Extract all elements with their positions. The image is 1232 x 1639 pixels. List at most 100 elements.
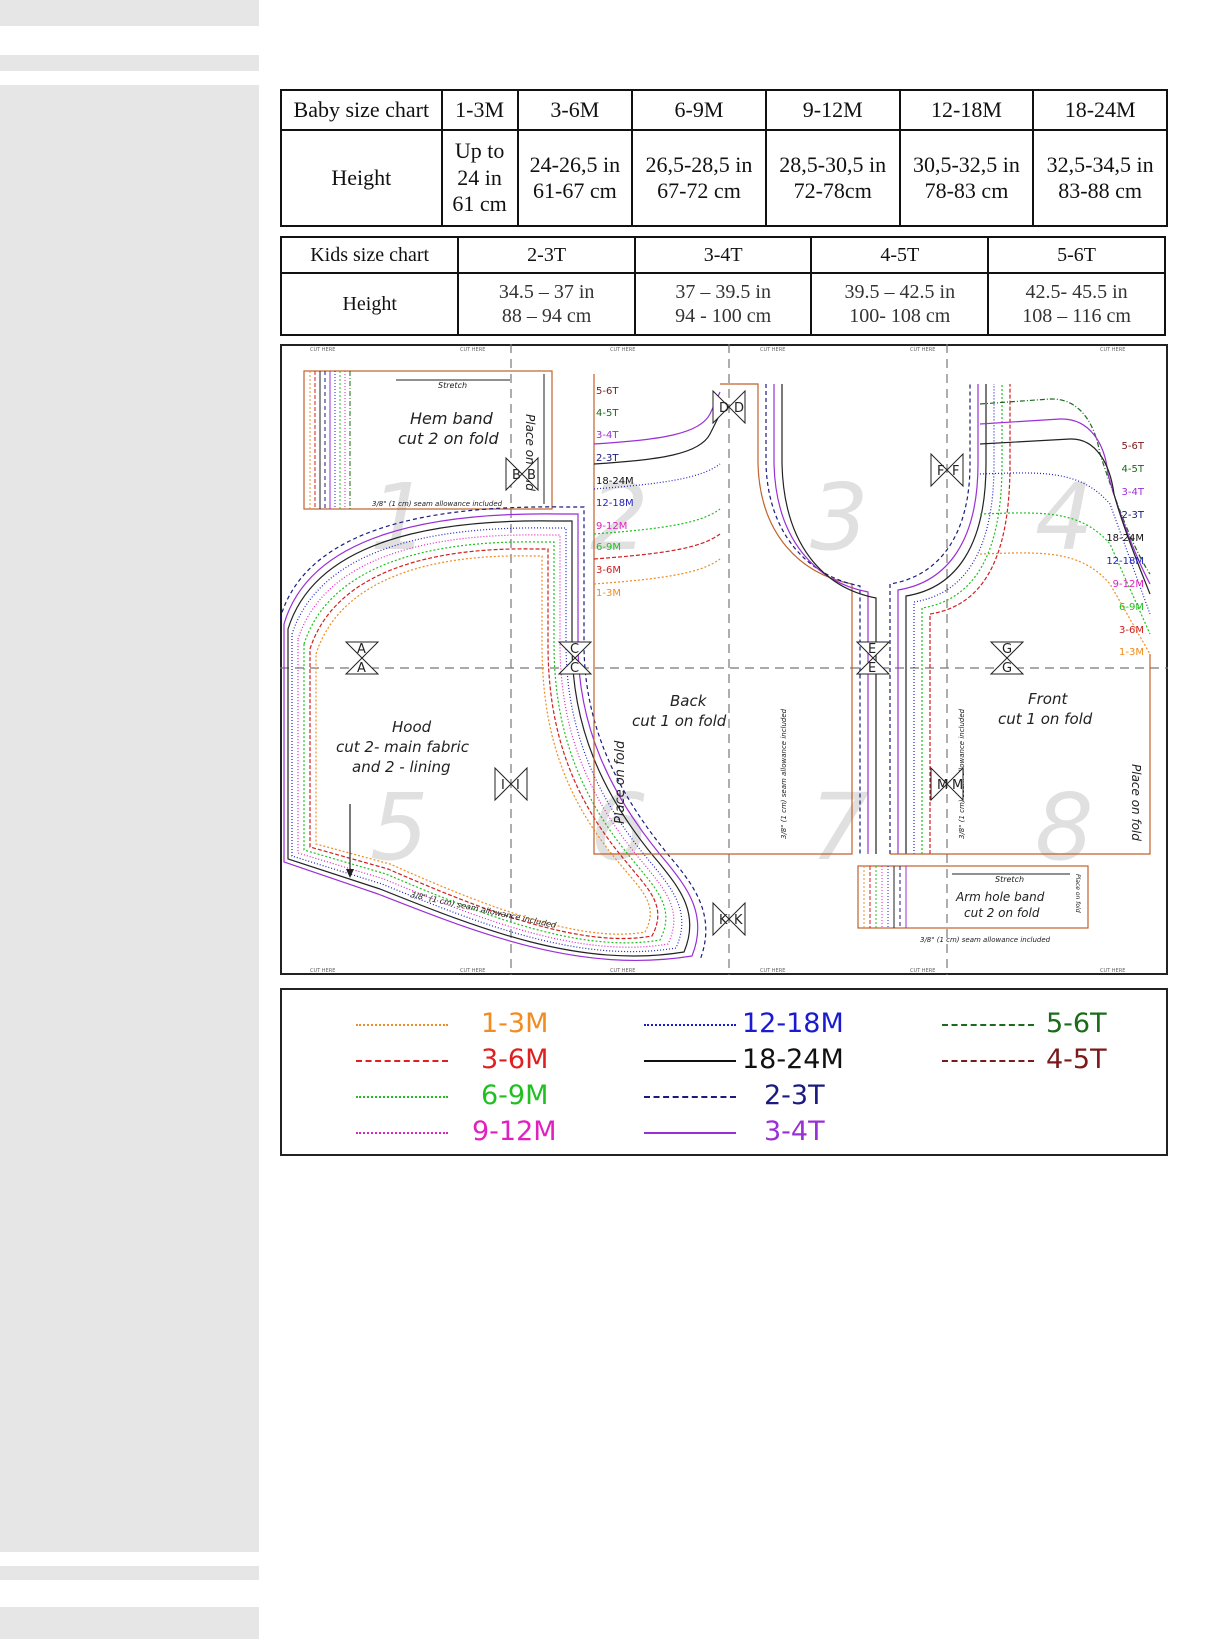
kids-size-col: 5-6T <box>987 236 1166 274</box>
size-label: 2-3T <box>596 453 619 464</box>
legend-swatch <box>644 1132 736 1134</box>
marker-letter: D <box>719 401 729 416</box>
baby-height-cell: 24-26,5 in 61-67 cm <box>516 129 634 227</box>
cut-here-label: CUT HERE <box>760 968 785 974</box>
hem-band-seam-note: 3/8" (1 cm) seam allowance included <box>372 500 503 508</box>
hood-instruction-2: and 2 - lining <box>352 758 451 776</box>
size-label: 9-12M <box>596 521 627 532</box>
page-number: 4 <box>1035 464 1094 571</box>
cut-here-label: CUT HERE <box>1100 347 1125 353</box>
marker-letter: K <box>719 913 728 928</box>
size-label: 3-6M <box>1119 625 1144 636</box>
marker-letter: G <box>1002 642 1012 657</box>
size-label: 12-18M <box>596 498 634 509</box>
thumbnail-slot[interactable] <box>0 1566 259 1580</box>
front-instruction: cut 1 on fold <box>998 710 1093 728</box>
marker-letter: K <box>734 913 743 928</box>
cut-here-label: CUT HERE <box>310 347 335 353</box>
legend-swatch <box>356 1132 448 1134</box>
baby-chart-header-label: Baby size chart <box>280 89 443 131</box>
marker-letter: I <box>501 778 505 793</box>
marker-letter: C <box>570 661 579 676</box>
baby-size-col: 6-9M <box>631 89 767 131</box>
page-number: 3 <box>810 464 869 571</box>
marker-letter: F <box>937 464 944 479</box>
legend-label: 6-9M <box>481 1080 549 1111</box>
baby-size-chart: Baby size chart 1-3M 3-6M 6-9M 9-12M 12-… <box>280 89 1168 227</box>
arm-hole-seam-note: 3/8" (1 cm) seam allowance included <box>920 936 1051 944</box>
thumbnail-slot[interactable] <box>0 0 259 26</box>
legend-swatch <box>942 1060 1034 1062</box>
baby-size-col: 3-6M <box>516 89 634 131</box>
size-label: 6-9M <box>1119 602 1144 613</box>
hem-band-stretch: Stretch <box>438 381 467 390</box>
cut-here-label: CUT HERE <box>1100 968 1125 974</box>
hood-instruction-1: cut 2- main fabric <box>336 738 470 756</box>
baby-height-cell: 32,5-34,5 in 83-88 cm <box>1032 129 1168 227</box>
size-label: 5-6T <box>596 386 619 397</box>
page-number: 1 <box>370 464 429 571</box>
baby-height-cell: 30,5-32,5 in 78-83 cm <box>898 129 1035 227</box>
marker-letter: B <box>527 468 536 483</box>
baby-height-cell: 28,5-30,5 in 72-78cm <box>764 129 901 227</box>
kids-height-cell: 34.5 – 37 in 88 – 94 cm <box>457 272 636 336</box>
size-legend: 1-3M 3-6M 6-9M 9-12M 12-18M 18-24M 2-3T … <box>280 988 1168 1156</box>
arm-hole-fold: Place on fold <box>1074 874 1081 913</box>
thumbnail-slot[interactable] <box>0 55 259 71</box>
legend-swatch <box>644 1096 736 1098</box>
cut-here-label: CUT HERE <box>610 968 635 974</box>
marker-letter: A <box>357 661 366 676</box>
size-label: 3-6M <box>596 565 621 576</box>
thumbnail-sidebar <box>0 0 259 1639</box>
cut-here-label: CUT HERE <box>460 347 485 353</box>
kids-height-cell: 39.5 – 42.5 in 100- 108 cm <box>810 272 990 336</box>
size-label: 4-5T <box>1122 464 1145 475</box>
size-label: 4-5T <box>596 408 619 419</box>
size-label: 18-24M <box>596 476 634 487</box>
kids-height-label: Height <box>279 272 460 336</box>
marker-letter: I <box>516 778 520 793</box>
front-name: Front <box>1028 690 1068 708</box>
size-label: 2-3T <box>1122 510 1145 521</box>
back-seam-note: 3/8" (1 cm) seam allowance included <box>780 708 788 839</box>
size-label: 1-3M <box>1119 647 1144 658</box>
legend-label: 12-18M <box>742 1008 844 1039</box>
marker-letter: D <box>734 401 744 416</box>
marker-letter: B <box>512 468 521 483</box>
baby-height-label: Height <box>280 129 443 227</box>
marker-letter: M <box>937 778 948 793</box>
kids-size-chart: Kids size chart 2-3T 3-4T 4-5T 5-6T Heig… <box>279 236 1166 336</box>
legend-label: 3-6M <box>481 1044 549 1075</box>
baby-size-col: 1-3M <box>440 89 519 131</box>
back-instruction: cut 1 on fold <box>632 712 727 730</box>
cut-here-label: CUT HERE <box>460 968 485 974</box>
legend-swatch <box>644 1060 736 1062</box>
marker-letter: E <box>868 642 876 657</box>
pattern-layout: 1 2 3 4 5 6 7 8 CUT HERE CUT HERE CUT HE… <box>280 344 1168 975</box>
baby-size-col: 9-12M <box>764 89 901 131</box>
legend-label: 18-24M <box>742 1044 844 1075</box>
legend-swatch <box>644 1024 736 1026</box>
cut-here-label: CUT HERE <box>760 347 785 353</box>
kids-size-col: 2-3T <box>457 236 636 274</box>
marker-letter: E <box>868 661 876 676</box>
size-label: 6-9M <box>596 542 621 553</box>
marker-letter: C <box>570 642 579 657</box>
kids-size-col: 3-4T <box>633 236 813 274</box>
marker-letter: F <box>952 464 959 479</box>
marker-letter: A <box>357 642 366 657</box>
legend-label: 2-3T <box>764 1080 825 1111</box>
kids-height-cell: 37 – 39.5 in 94 - 100 cm <box>633 272 813 336</box>
size-label: 3-4T <box>596 430 619 441</box>
size-label: 5-6T <box>1122 441 1145 452</box>
cut-here-label: CUT HERE <box>910 347 935 353</box>
hem-band-instruction: cut 2 on fold <box>398 429 499 448</box>
legend-swatch <box>356 1096 448 1098</box>
arm-hole-instruction: cut 2 on fold <box>964 906 1040 920</box>
thumbnail-current-page[interactable] <box>0 85 259 1552</box>
baby-size-col: 12-18M <box>898 89 1035 131</box>
baby-height-cell: 26,5-28,5 in 67-72 cm <box>631 129 767 227</box>
kids-size-col: 4-5T <box>810 236 990 274</box>
hem-band-name: Hem band <box>410 409 494 428</box>
thumbnail-slot[interactable] <box>0 1607 259 1639</box>
